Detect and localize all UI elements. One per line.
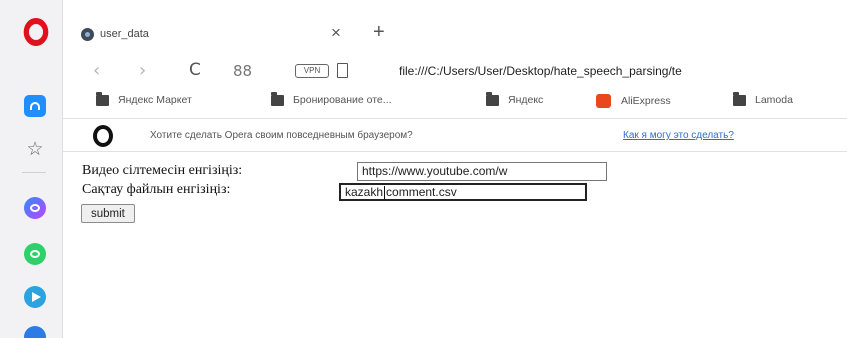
bookmark-lamoda[interactable]: Lamoda	[733, 91, 793, 106]
save-file-label: Сақтау файлын енгізіңіз:	[82, 182, 231, 197]
opera-logo-icon	[93, 125, 113, 147]
speed-dial-icon[interactable]: 88	[233, 62, 252, 80]
folder-icon	[486, 91, 499, 106]
folder-icon	[96, 91, 109, 106]
address-field[interactable]: file:///C:/Users/User/Desktop/hate_speec…	[399, 64, 682, 78]
whatsapp-icon[interactable]	[24, 243, 46, 265]
text-caret	[384, 186, 386, 199]
video-link-value: https://www.youtube.com/w	[362, 164, 508, 178]
opera-sidebar: ☆	[0, 0, 62, 338]
tab-title: user_data	[100, 28, 149, 40]
bookmark-hotel-booking[interactable]: Бронирование оте...	[271, 91, 392, 106]
bookmarks-bar: Яндекс Маркет Бронирование оте... Яндекс…	[63, 86, 847, 114]
submit-button[interactable]: submit	[81, 204, 135, 223]
bookmark-label: Яндекс	[508, 94, 544, 106]
infobar-message: Хотите сделать Opera своим повседневным …	[150, 130, 413, 141]
vpn-badge[interactable]: VPN	[295, 64, 329, 78]
bookmark-yandex[interactable]: Яндекс	[486, 91, 544, 106]
sidebar-divider	[22, 172, 46, 173]
page-info-icon[interactable]	[337, 63, 348, 78]
home-icon[interactable]	[24, 95, 46, 117]
aliexpress-icon	[596, 94, 611, 108]
bookmark-label: Бронирование оте...	[293, 94, 392, 106]
video-link-input[interactable]: https://www.youtube.com/w	[357, 162, 607, 181]
tab-strip: user_data × +	[63, 0, 847, 56]
bookmark-yandex-market[interactable]: Яндекс Маркет	[96, 91, 192, 106]
bookmark-label: AliExpress	[621, 95, 671, 107]
reload-button[interactable]: C	[189, 60, 201, 80]
telegram-icon[interactable]	[24, 286, 46, 308]
close-tab-icon[interactable]: ×	[331, 23, 341, 43]
save-file-value-part1: kazakh	[345, 185, 384, 199]
bookmark-label: Яндекс Маркет	[118, 94, 192, 106]
globe-icon	[81, 27, 94, 41]
folder-icon	[271, 91, 284, 106]
save-file-input[interactable]: kazakh comment.csv	[339, 183, 587, 201]
messenger-icon[interactable]	[24, 197, 46, 219]
vk-icon[interactable]	[24, 326, 46, 338]
bookmark-label: Lamoda	[755, 94, 793, 106]
video-link-label: Видео сілтемесін енгізіңіз:	[82, 163, 243, 178]
default-browser-infobar: Хотите сделать Opera своим повседневным …	[63, 118, 847, 152]
address-bar-row: ‹ › C 88 VPN file:///C:/Users/User/Deskt…	[63, 56, 847, 86]
save-file-value-part2: comment.csv	[386, 185, 457, 199]
opera-logo-icon[interactable]	[23, 18, 49, 46]
tab-user-data[interactable]: user_data ×	[81, 22, 353, 46]
folder-icon	[733, 91, 746, 106]
infobar-how-to-link[interactable]: Как я могу это сделать?	[623, 130, 734, 141]
page-content: Видео сілтемесін енгізіңіз: https://www.…	[63, 153, 847, 338]
new-tab-button[interactable]: +	[373, 21, 385, 44]
forward-button[interactable]: ›	[139, 60, 146, 81]
bookmarks-star-icon[interactable]: ☆	[24, 138, 46, 160]
back-button[interactable]: ‹	[93, 60, 100, 81]
bookmark-aliexpress[interactable]: AliExpress	[596, 94, 671, 108]
